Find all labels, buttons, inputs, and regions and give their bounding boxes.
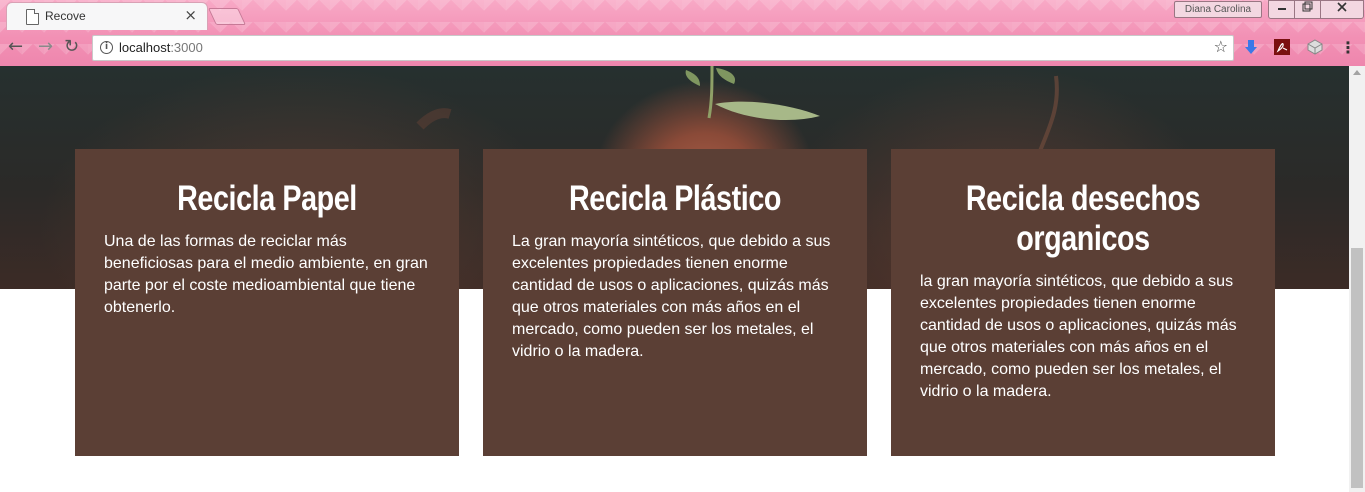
restore-icon xyxy=(1302,1,1313,12)
profile-button[interactable]: Diana Carolina xyxy=(1174,1,1262,18)
card-recicla-papel: Recicla Papel Una de las formas de recic… xyxy=(75,149,459,456)
card-title: Recicla Papel xyxy=(177,179,357,218)
page-viewport: Recicla Papel Una de las formas de recic… xyxy=(0,66,1349,492)
card-recicla-plastico: Recicla Plástico La gran mayoría sintéti… xyxy=(483,149,867,456)
pdf-extension-icon[interactable] xyxy=(1274,39,1290,55)
bookmark-star-icon[interactable]: ☆ xyxy=(1214,37,1228,56)
browser-toolbar: ← → ↻ i localhost:3000 ☆ ⋮ xyxy=(0,30,1365,66)
close-icon xyxy=(1337,2,1347,12)
browser-tab[interactable]: Recove × xyxy=(6,2,208,30)
browser-menu-icon[interactable]: ⋮ xyxy=(1340,38,1356,57)
window-restore-button[interactable] xyxy=(1294,0,1321,19)
back-arrow-icon[interactable]: ← xyxy=(8,36,23,57)
download-extension-icon[interactable] xyxy=(1243,39,1259,55)
card-recicla-organicos: Recicla desechos organicos la gran mayor… xyxy=(891,149,1275,456)
new-tab-button[interactable] xyxy=(208,8,246,25)
vertical-scrollbar[interactable] xyxy=(1349,66,1365,492)
minimize-icon xyxy=(1277,8,1286,10)
tab-title: Recove xyxy=(45,9,86,23)
cube-extension-icon[interactable] xyxy=(1307,39,1323,55)
card-title: Recicla Plástico xyxy=(568,179,781,218)
window-close-button[interactable] xyxy=(1320,0,1364,19)
card-text: Una de las formas de reciclar más benefi… xyxy=(104,233,428,316)
window-minimize-button[interactable] xyxy=(1268,0,1295,19)
tab-close-icon[interactable]: × xyxy=(184,6,197,24)
page-favicon-icon xyxy=(26,9,39,25)
forward-arrow-icon[interactable]: → xyxy=(38,36,53,57)
scroll-up-arrow-icon[interactable] xyxy=(1353,70,1361,75)
url-text[interactable]: localhost:3000 xyxy=(119,40,203,55)
scrollbar-thumb[interactable] xyxy=(1351,248,1363,488)
card-text: la gran mayoría sintéticos, que debido a… xyxy=(920,273,1237,400)
card-title: Recicla desechos organicos xyxy=(965,179,1201,258)
reload-icon[interactable]: ↻ xyxy=(64,36,79,57)
browser-chrome: Recove × Diana Carolina ← → ↻ i localhos… xyxy=(0,0,1365,66)
address-bar[interactable]: i localhost:3000 ☆ xyxy=(92,35,1234,61)
site-info-icon[interactable]: i xyxy=(100,41,113,54)
card-text: La gran mayoría sintéticos, que debido a… xyxy=(512,233,831,360)
